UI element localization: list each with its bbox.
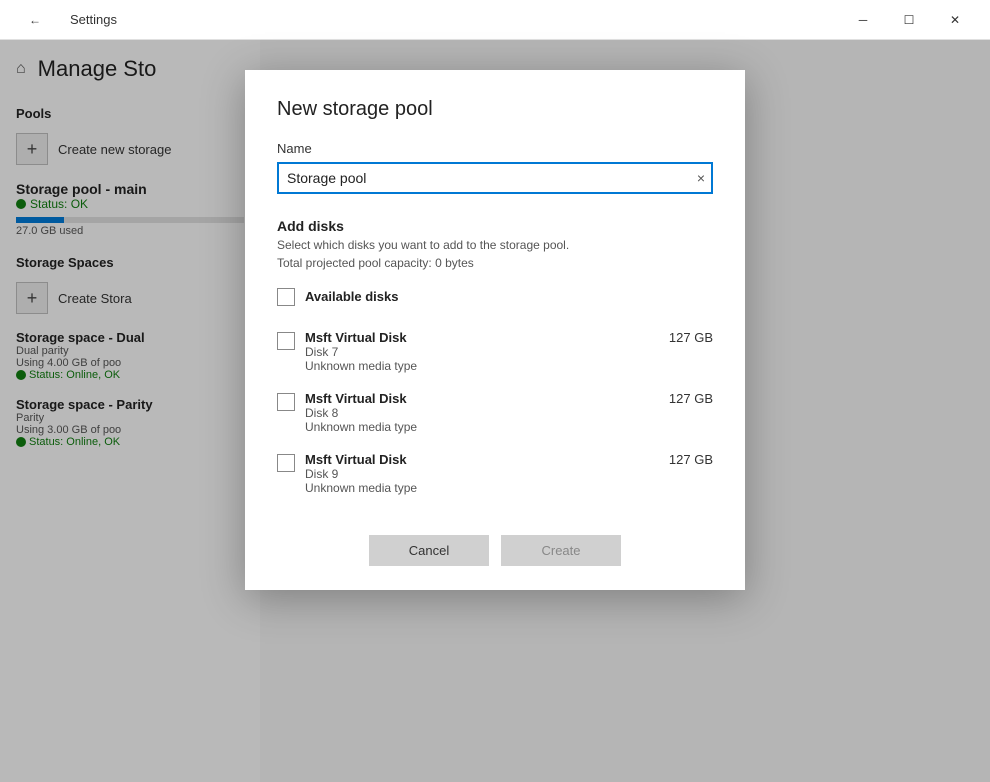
- disk-sub-2: Disk 9: [305, 467, 713, 481]
- new-storage-pool-dialog: New storage pool Name × Add disks Select…: [245, 70, 745, 590]
- add-disks-desc: Select which disks you want to add to th…: [277, 238, 713, 252]
- disk-item-1: Msft Virtual Disk 127 GB Disk 8 Unknown …: [277, 391, 713, 434]
- dialog-footer: Cancel Create: [277, 519, 713, 566]
- disk-checkbox-1[interactable]: [277, 393, 295, 411]
- title-bar: ← Settings ─ ☐ ✕: [0, 0, 990, 40]
- capacity-label: Total projected pool capacity: 0 bytes: [277, 256, 713, 270]
- title-bar-left: ← Settings: [12, 4, 117, 36]
- available-disks-row: Available disks: [277, 286, 713, 314]
- disk-info-1: Msft Virtual Disk 127 GB Disk 8 Unknown …: [305, 391, 713, 434]
- modal-overlay: New storage pool Name × Add disks Select…: [0, 40, 990, 782]
- disk-item-2: Msft Virtual Disk 127 GB Disk 9 Unknown …: [277, 452, 713, 495]
- disk-name-2: Msft Virtual Disk: [305, 452, 407, 467]
- disk-name-row-0: Msft Virtual Disk 127 GB: [305, 330, 713, 345]
- disk-info-2: Msft Virtual Disk 127 GB Disk 9 Unknown …: [305, 452, 713, 495]
- disk-media-2: Unknown media type: [305, 481, 713, 495]
- disk-name-row-1: Msft Virtual Disk 127 GB: [305, 391, 713, 406]
- available-disks-label: Available disks: [305, 289, 398, 304]
- disk-info-0: Msft Virtual Disk 127 GB Disk 7 Unknown …: [305, 330, 713, 373]
- disk-name-0: Msft Virtual Disk: [305, 330, 407, 345]
- minimize-button[interactable]: ─: [840, 4, 886, 36]
- disk-size-2: 127 GB: [669, 452, 713, 467]
- disk-media-1: Unknown media type: [305, 420, 713, 434]
- create-button[interactable]: Create: [501, 535, 621, 566]
- disk-media-0: Unknown media type: [305, 359, 713, 373]
- add-disks-title: Add disks: [277, 218, 713, 234]
- back-button[interactable]: ←: [12, 4, 58, 36]
- close-button[interactable]: ✕: [932, 4, 978, 36]
- maximize-button[interactable]: ☐: [886, 4, 932, 36]
- app-title: Settings: [70, 12, 117, 27]
- disk-item-0: Msft Virtual Disk 127 GB Disk 7 Unknown …: [277, 330, 713, 373]
- name-clear-button[interactable]: ×: [697, 170, 705, 186]
- disk-name-1: Msft Virtual Disk: [305, 391, 407, 406]
- window-controls: ─ ☐ ✕: [840, 4, 978, 36]
- disk-sub-1: Disk 8: [305, 406, 713, 420]
- disk-size-0: 127 GB: [669, 330, 713, 345]
- dialog-title: New storage pool: [277, 98, 713, 121]
- name-label: Name: [277, 141, 713, 156]
- available-disks-checkbox[interactable]: [277, 288, 295, 306]
- disk-checkbox-2[interactable]: [277, 454, 295, 472]
- name-input-wrapper: ×: [277, 162, 713, 194]
- disk-size-1: 127 GB: [669, 391, 713, 406]
- disk-checkbox-0[interactable]: [277, 332, 295, 350]
- disk-name-row-2: Msft Virtual Disk 127 GB: [305, 452, 713, 467]
- cancel-button[interactable]: Cancel: [369, 535, 489, 566]
- name-input[interactable]: [277, 162, 713, 194]
- disk-sub-0: Disk 7: [305, 345, 713, 359]
